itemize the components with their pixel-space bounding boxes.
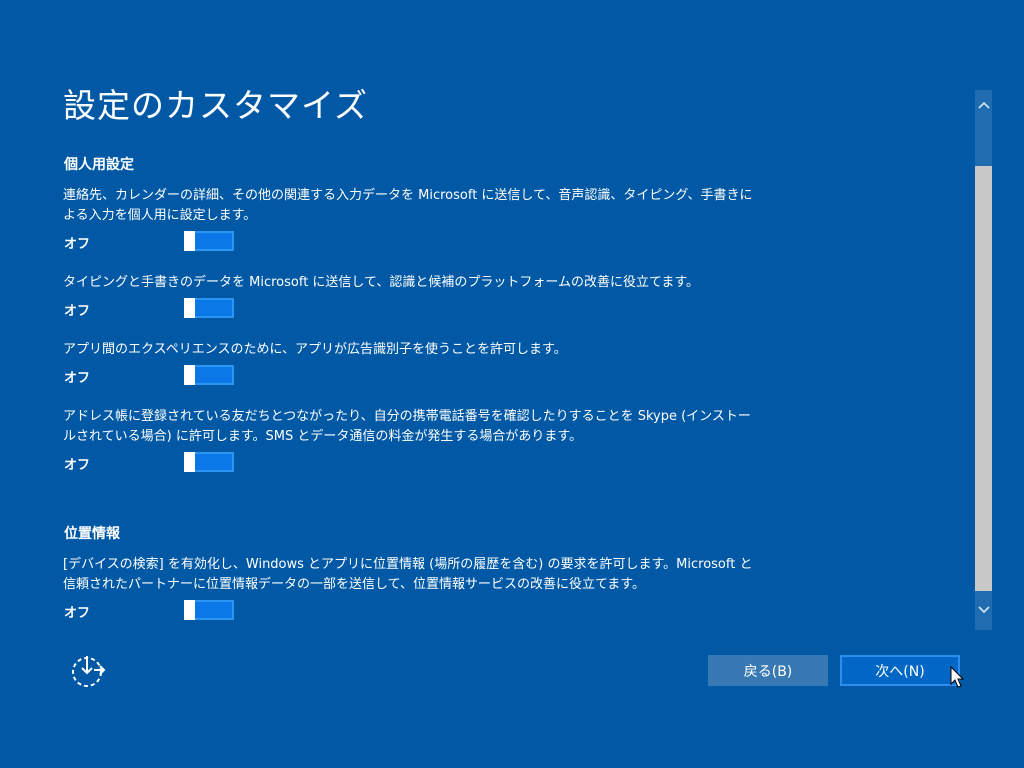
back-button[interactable]: 戻る(B): [708, 655, 828, 686]
setting-description-typing-data: タイピングと手書きのデータを Microsoft に送信して、認識と候補のプラッ…: [63, 275, 700, 290]
setting-state-skype-contacts: オフ: [64, 458, 91, 473]
chevron-down-icon[interactable]: [975, 601, 992, 618]
toggle-advertising-id[interactable]: [184, 365, 234, 385]
setting-state-location: オフ: [64, 606, 91, 621]
toggle-knob: [184, 600, 195, 620]
setup-page: 設定のカスタマイズ 個人用設定 連絡先、カレンダーの詳細、その他の関連する入力デ…: [0, 0, 1024, 768]
toggle-typing-data[interactable]: [184, 298, 234, 318]
toggle-skype-contacts[interactable]: [184, 452, 234, 472]
page-title: 設定のカスタマイズ: [63, 86, 369, 125]
setting-state-advertising-id: オフ: [64, 371, 91, 386]
toggle-speech-input[interactable]: [184, 231, 234, 251]
toggle-knob: [184, 452, 195, 472]
setting-state-typing-data: オフ: [64, 304, 91, 319]
section-heading-location: 位置情報: [64, 526, 120, 542]
scroll-thumb[interactable]: [975, 166, 992, 591]
setting-description-advertising-id: アプリ間のエクスペリエンスのために、アプリが広告識別子を使うことを許可します。: [63, 342, 567, 357]
toggle-knob: [184, 298, 195, 318]
setting-description-speech-input: 連絡先、カレンダーの詳細、その他の関連する入力データを Microsoft に送…: [63, 188, 753, 223]
setting-description-location: [デバイスの検索] を有効化し、Windows とアプリに位置情報 (場所の履歴…: [63, 557, 753, 592]
next-button[interactable]: 次へ(N): [840, 655, 960, 686]
vertical-scrollbar[interactable]: [975, 90, 992, 630]
toggle-knob: [184, 365, 195, 385]
section-heading-personal: 個人用設定: [64, 157, 134, 173]
toggle-knob: [184, 231, 195, 251]
setting-description-skype-contacts: アドレス帳に登録されている友だちとつながったり、自分の携帯電話番号を確認したりす…: [63, 409, 751, 444]
ease-of-access-icon[interactable]: [70, 653, 106, 689]
setting-state-speech-input: オフ: [64, 237, 91, 252]
mouse-pointer-icon: [950, 665, 966, 690]
chevron-up-icon[interactable]: [975, 96, 992, 113]
toggle-location[interactable]: [184, 600, 234, 620]
